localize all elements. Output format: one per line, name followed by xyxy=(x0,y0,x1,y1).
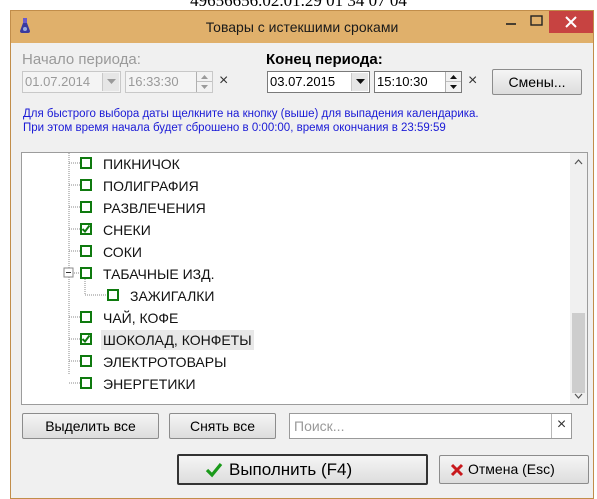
checkbox-checked[interactable] xyxy=(80,223,92,235)
end-time-spinner[interactable] xyxy=(445,72,461,92)
execute-button[interactable]: Выполнить (F4) xyxy=(177,454,428,485)
end-date-field[interactable]: 03.07.2015 xyxy=(267,71,370,93)
search-clear-icon[interactable]: × xyxy=(551,414,571,438)
maximize-button[interactable] xyxy=(524,11,550,33)
chevron-down-icon xyxy=(107,79,116,84)
tree-item-label: ЗАЖИГАЛКИ xyxy=(130,288,215,304)
hint-text: Для быстрого выбора даты щелкните на кно… xyxy=(23,107,591,135)
checkbox[interactable] xyxy=(80,377,92,389)
close-icon xyxy=(565,16,577,28)
checkbox[interactable] xyxy=(80,311,92,323)
minimize-button[interactable] xyxy=(498,11,524,33)
checkmark-icon xyxy=(81,224,91,234)
spin-up-icon[interactable] xyxy=(446,72,461,82)
scrollbar-thumb[interactable] xyxy=(572,313,585,393)
tree-item-label: СОКИ xyxy=(103,244,142,260)
start-date-value: 01.07.2014 xyxy=(25,74,91,89)
cancel-label: Отмена (Esc) xyxy=(468,461,555,477)
end-time-field[interactable]: 15:10:30 xyxy=(374,71,462,93)
tree-item-label: ПИКНИЧОК xyxy=(103,156,180,172)
tree-item-label: ЧАЙ, КОФЕ xyxy=(103,310,179,326)
checkbox[interactable] xyxy=(107,289,119,301)
start-time-value: 16:33:30 xyxy=(128,74,179,89)
hint-line-2: При этом время начала будет сброшено в 0… xyxy=(23,122,446,134)
title-bar[interactable]: Товары с истекшими сроками xyxy=(11,11,593,43)
hint-line-1: Для быстрого выбора даты щелкните на кно… xyxy=(23,108,479,120)
checkbox[interactable] xyxy=(80,355,92,367)
tree-item-label: ЭЛЕКТРОТОВАРЫ xyxy=(103,354,227,370)
close-button[interactable] xyxy=(549,11,593,33)
start-period-label: Начало периода: xyxy=(22,51,141,68)
cancel-button[interactable]: Отмена (Esc) xyxy=(439,455,589,484)
end-clear-icon[interactable]: × xyxy=(468,72,477,90)
dialog-window: Товары с истекшими сроками Начало период… xyxy=(10,10,594,499)
start-clear-icon[interactable]: × xyxy=(219,72,228,90)
spin-up-icon[interactable] xyxy=(197,72,212,82)
check-icon xyxy=(205,462,223,478)
shifts-button[interactable]: Смены... xyxy=(492,69,582,95)
checkmark-icon xyxy=(81,334,91,344)
tree-scrollbar[interactable] xyxy=(570,153,587,404)
tree-item-label: ШОКОЛАД, КОНФЕТЫ xyxy=(101,330,254,350)
tree-item-label: РАЗВЛЕЧЕНИЯ xyxy=(103,200,206,216)
checkbox[interactable] xyxy=(80,179,92,191)
checkbox-checked[interactable] xyxy=(80,333,92,345)
search-box[interactable]: × xyxy=(289,413,572,439)
tree-item-label: СНЕКИ xyxy=(103,222,151,238)
spin-down-icon[interactable] xyxy=(197,82,212,92)
chevron-down-icon xyxy=(356,79,365,84)
tree-item-label: ТАБАЧНЫЕ ИЗД. xyxy=(103,266,215,282)
tree-item-label: ПОЛИГРАФИЯ xyxy=(103,178,199,194)
end-date-dropdown[interactable] xyxy=(351,73,368,91)
checkbox[interactable] xyxy=(80,267,92,279)
spin-down-icon[interactable] xyxy=(446,82,461,92)
end-date-value: 03.07.2015 xyxy=(270,74,336,89)
start-date-dropdown[interactable] xyxy=(102,73,119,91)
end-period-label: Конец периода: xyxy=(266,51,383,68)
tree-item-label: ЭНЕРГЕТИКИ xyxy=(103,376,196,392)
category-tree[interactable]: ПИКНИЧОК ПОЛИГРАФИЯ РАЗВЛЕЧЕНИЯ СНЕКИ СО… xyxy=(21,152,588,405)
checkbox[interactable] xyxy=(80,157,92,169)
chevron-up-icon[interactable] xyxy=(570,155,587,169)
select-all-button[interactable]: Выделить все xyxy=(22,413,159,439)
execute-label: Выполнить (F4) xyxy=(229,460,353,479)
cropped-top-text: 49656656.02.01.29 01 34 07 04 xyxy=(190,0,407,10)
start-time-spinner[interactable] xyxy=(196,72,212,92)
start-date-field[interactable]: 01.07.2014 xyxy=(22,71,121,93)
end-time-value: 15:10:30 xyxy=(377,74,428,89)
checkbox[interactable] xyxy=(80,201,92,213)
cancel-x-icon xyxy=(450,463,464,477)
search-input[interactable] xyxy=(290,414,548,438)
start-time-field[interactable]: 16:33:30 xyxy=(125,71,213,93)
chevron-down-icon[interactable] xyxy=(570,389,587,403)
checkbox[interactable] xyxy=(80,245,92,257)
deselect-all-button[interactable]: Снять все xyxy=(169,413,276,439)
